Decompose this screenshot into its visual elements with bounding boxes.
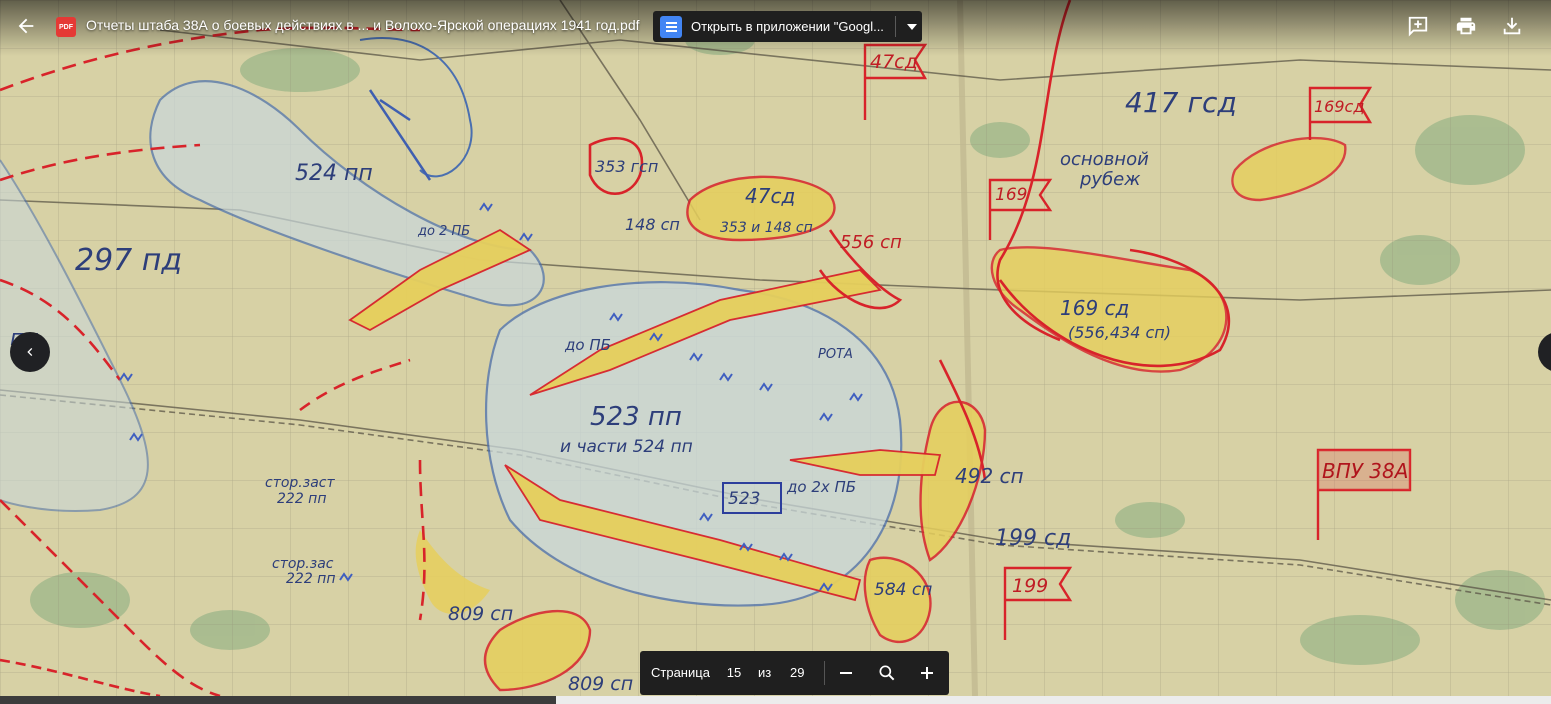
previous-file-button[interactable] — [10, 332, 50, 372]
label-148sp: 148 сп — [625, 215, 680, 234]
label-2pb: до 2 ПБ — [417, 224, 470, 239]
label-pb: до ПБ — [564, 336, 611, 354]
label-199-flag: 199 — [1012, 575, 1048, 597]
pdf-page-viewer: 47сд 417 гсд 169сд 524 пп 353 гсп 148 сп… — [0, 0, 1551, 696]
open-with-divider — [895, 16, 896, 37]
page-number-input[interactable]: 15 — [720, 665, 748, 680]
print-icon — [1456, 17, 1476, 35]
chevron-left-icon — [27, 348, 33, 356]
document-title: Отчеты штаба 38А о боевых действиях в ..… — [86, 17, 640, 33]
open-with-button[interactable]: Открыть в приложении "Googl... — [653, 11, 922, 42]
label-main: основной — [1060, 149, 1149, 170]
label-169sd: 169 сд — [1060, 296, 1129, 320]
zoom-out-button[interactable] — [830, 657, 862, 689]
label-169sd-sub: (556,434 сп) — [1068, 323, 1171, 342]
bottom-strip-dark — [0, 696, 556, 704]
label-523-box: 523 — [728, 489, 760, 509]
page-zoom-controls: Страница 15 из 29 — [640, 651, 949, 695]
page-of-label: из — [758, 665, 772, 680]
label-809sp-b: 809 сп — [568, 673, 633, 695]
label-222pp-b: 222 пп — [286, 571, 335, 587]
label-809sp: 809 сп — [448, 603, 513, 625]
label-2x-pb: до 2х ПБ — [786, 478, 856, 496]
viewer-toolbar: PDF Отчеты штаба 38А о боевых действиях … — [0, 0, 1551, 56]
magnifier-icon — [879, 665, 895, 681]
label-vpu: ВПУ 38А — [1322, 459, 1408, 483]
add-to-drive-button[interactable] — [1398, 6, 1438, 46]
label-47sd-zone: 47сд — [745, 184, 795, 208]
label-199sd: 199 сд — [995, 526, 1071, 551]
military-map-page: 47сд 417 гсд 169сд 524 пп 353 гсп 148 сп… — [0, 0, 1551, 696]
open-with-dropdown[interactable] — [902, 11, 922, 42]
bottom-strip — [0, 696, 1551, 704]
chevron-right-icon — [1538, 332, 1551, 348]
download-button[interactable] — [1492, 6, 1532, 46]
label-584sp: 584 сп — [874, 580, 932, 600]
label-stor-zas: стор.зас — [272, 556, 334, 572]
label-297pd: 297 пд — [75, 243, 182, 278]
label-169sd-flag: 169сд — [1314, 97, 1364, 116]
zoom-reset-button[interactable] — [871, 657, 903, 689]
pdf-file-icon: PDF — [56, 17, 76, 37]
zoom-in-button[interactable] — [911, 657, 943, 689]
label-523pp: 523 пп — [590, 402, 682, 432]
page-total: 29 — [790, 665, 805, 680]
print-button[interactable] — [1446, 6, 1486, 46]
back-button[interactable] — [6, 6, 46, 46]
caret-down-icon — [907, 23, 917, 30]
label-353-148sp: 353 и 148 сп — [720, 220, 813, 236]
label-353gsp: 353 гсп — [595, 157, 658, 176]
plus-icon — [921, 667, 933, 679]
open-with-label: Открыть в приложении "Googl... — [691, 19, 884, 34]
label-169-flag: 169 — [995, 185, 1027, 205]
page-label: Страница — [651, 665, 710, 680]
label-492sp: 492 сп — [955, 464, 1024, 488]
minus-icon — [840, 672, 852, 674]
google-docs-icon — [660, 15, 682, 38]
label-556sp: 556 сп — [840, 232, 902, 253]
pager-divider — [824, 661, 825, 685]
label-rubezh: рубеж — [1079, 169, 1141, 190]
arrow-back-icon — [18, 18, 34, 34]
add-to-drive-icon — [1408, 16, 1428, 37]
label-524pp: 524 пп — [295, 161, 373, 186]
label-524pp-parts: и части 524 пп — [560, 437, 693, 457]
label-417gsd: 417 гсд — [1125, 86, 1237, 119]
label-222pp: 222 пп — [277, 491, 326, 507]
label-rota: РОТА — [818, 347, 853, 362]
label-stor-zast: стор.заст — [265, 475, 335, 491]
download-icon — [1503, 17, 1521, 35]
